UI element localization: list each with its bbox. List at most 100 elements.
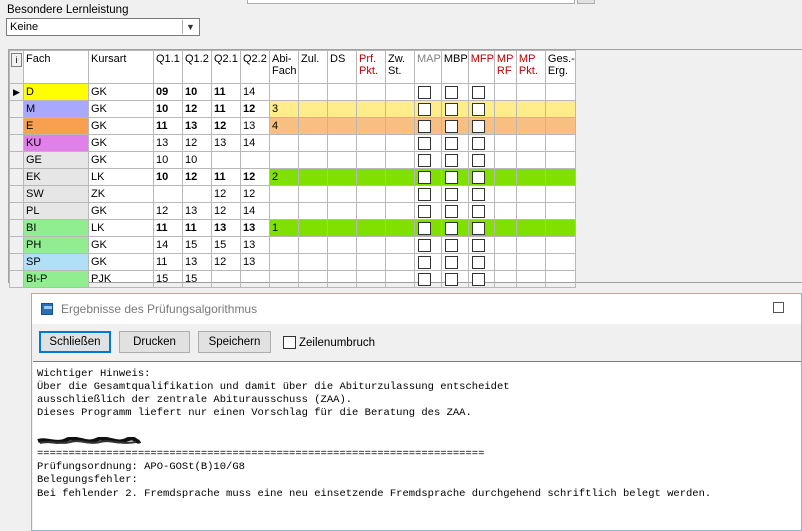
column-header[interactable]: Q2.2 — [240, 50, 270, 84]
abi-fach-cell[interactable]: 3 — [269, 100, 299, 118]
mp-pkt-cell[interactable] — [515, 83, 546, 101]
wrap-toggle[interactable]: Zeilenumbruch — [283, 336, 375, 349]
ges-erg-cell[interactable] — [544, 270, 576, 288]
mp-rf-cell[interactable] — [493, 134, 517, 152]
grade-cell[interactable]: 09 — [153, 83, 183, 101]
table-row[interactable]: EK LK 10 12 11 12 2 — [9, 168, 576, 186]
prf-pkt-cell[interactable] — [356, 253, 386, 271]
zw-st-cell[interactable] — [385, 151, 415, 169]
prf-pkt-cell[interactable] — [356, 270, 386, 288]
mfp-checkbox-cell[interactable] — [467, 151, 495, 169]
grade-cell[interactable] — [153, 185, 183, 203]
grade-cell[interactable] — [240, 270, 270, 288]
mfp-checkbox[interactable] — [471, 238, 485, 252]
grade-cell[interactable]: 15 — [182, 236, 212, 254]
mfp-checkbox[interactable] — [471, 136, 485, 150]
mfp-checkbox[interactable] — [471, 102, 485, 116]
grade-cell[interactable]: 13 — [240, 253, 270, 271]
maximize-icon[interactable] — [773, 302, 784, 313]
zw-st-cell[interactable] — [385, 134, 415, 152]
zw-st-cell[interactable] — [385, 117, 415, 135]
ges-erg-cell[interactable] — [544, 236, 576, 254]
mbp-checkbox-cell[interactable] — [440, 134, 469, 152]
map-checkbox-cell[interactable] — [414, 202, 442, 220]
prf-pkt-cell[interactable] — [356, 219, 386, 237]
map-checkbox[interactable] — [418, 102, 431, 116]
grade-cell[interactable]: 12 — [182, 134, 212, 152]
ges-erg-cell[interactable] — [544, 83, 576, 101]
column-header[interactable]: Zw. St. — [385, 50, 415, 84]
mfp-checkbox-cell[interactable] — [467, 168, 495, 186]
column-header[interactable]: Q2.1 — [211, 50, 241, 84]
grade-cell[interactable]: 13 — [153, 134, 183, 152]
kursart-cell[interactable]: LK — [88, 219, 154, 237]
zul-cell[interactable] — [298, 83, 328, 101]
map-checkbox[interactable] — [418, 204, 431, 218]
mp-pkt-cell[interactable] — [515, 236, 546, 254]
grade-cell[interactable]: 12 — [153, 202, 183, 220]
grade-cell[interactable]: 11 — [211, 168, 241, 186]
grade-cell[interactable]: 13 — [211, 219, 241, 237]
grade-cell[interactable]: 10 — [153, 100, 183, 118]
zw-st-cell[interactable] — [385, 270, 415, 288]
zul-cell[interactable] — [298, 253, 328, 271]
zul-cell[interactable] — [298, 185, 328, 203]
fach-cell[interactable]: SW — [23, 185, 89, 203]
zul-cell[interactable] — [298, 100, 328, 118]
fach-cell[interactable]: D — [23, 83, 89, 101]
mbp-checkbox[interactable] — [444, 85, 458, 99]
mbp-checkbox-cell[interactable] — [440, 253, 469, 271]
map-checkbox-cell[interactable] — [414, 100, 442, 118]
zw-st-cell[interactable] — [385, 100, 415, 118]
grade-cell[interactable]: 15 — [211, 236, 241, 254]
grade-cell[interactable]: 12 — [211, 117, 241, 135]
grade-cell[interactable]: 13 — [211, 134, 241, 152]
zul-cell[interactable] — [298, 202, 328, 220]
grade-cell[interactable]: 10 — [153, 151, 183, 169]
mp-rf-cell[interactable] — [493, 219, 517, 237]
ds-cell[interactable] — [327, 117, 357, 135]
grade-cell[interactable]: 12 — [240, 168, 270, 186]
prf-pkt-cell[interactable] — [356, 100, 386, 118]
prf-pkt-cell[interactable] — [356, 151, 386, 169]
column-header[interactable]: Ges.-Erg. — [544, 50, 576, 84]
ds-cell[interactable] — [327, 270, 357, 288]
mbp-checkbox[interactable] — [444, 102, 458, 116]
prf-pkt-cell[interactable] — [356, 185, 386, 203]
fach-cell[interactable]: KU — [23, 134, 89, 152]
kursart-cell[interactable]: ZK — [88, 185, 154, 203]
ges-erg-cell[interactable] — [544, 151, 576, 169]
abi-fach-cell[interactable] — [269, 253, 299, 271]
ds-cell[interactable] — [327, 151, 357, 169]
mbp-checkbox[interactable] — [444, 153, 458, 167]
grade-cell[interactable]: 15 — [153, 270, 183, 288]
mfp-checkbox-cell[interactable] — [467, 270, 495, 288]
zul-cell[interactable] — [298, 151, 328, 169]
mfp-checkbox[interactable] — [471, 153, 485, 167]
mfp-checkbox[interactable] — [471, 204, 485, 218]
table-row[interactable]: ▶ D GK 09 10 11 14 — [9, 83, 576, 101]
mp-pkt-cell[interactable] — [515, 219, 546, 237]
info-icon[interactable]: i — [11, 53, 22, 67]
grade-cell[interactable]: 13 — [240, 117, 270, 135]
zw-st-cell[interactable] — [385, 202, 415, 220]
mp-pkt-cell[interactable] — [515, 151, 546, 169]
abi-fach-cell[interactable] — [269, 185, 299, 203]
mfp-checkbox[interactable] — [471, 221, 485, 235]
map-checkbox-cell[interactable] — [414, 117, 442, 135]
mbp-checkbox-cell[interactable] — [440, 270, 469, 288]
table-row[interactable]: SP GK 11 13 12 13 — [9, 253, 576, 271]
mp-rf-cell[interactable] — [493, 185, 517, 203]
mfp-checkbox-cell[interactable] — [467, 185, 495, 203]
grade-cell[interactable] — [211, 270, 241, 288]
zw-st-cell[interactable] — [385, 168, 415, 186]
fach-cell[interactable]: PL — [23, 202, 89, 220]
abi-fach-cell[interactable] — [269, 134, 299, 152]
map-checkbox-cell[interactable] — [414, 134, 442, 152]
ges-erg-cell[interactable] — [544, 185, 576, 203]
column-header[interactable]: Abi-Fach — [269, 50, 299, 84]
map-checkbox[interactable] — [418, 85, 431, 99]
mfp-checkbox-cell[interactable] — [467, 100, 495, 118]
mfp-checkbox[interactable] — [471, 187, 485, 201]
grade-cell[interactable]: 11 — [153, 253, 183, 271]
